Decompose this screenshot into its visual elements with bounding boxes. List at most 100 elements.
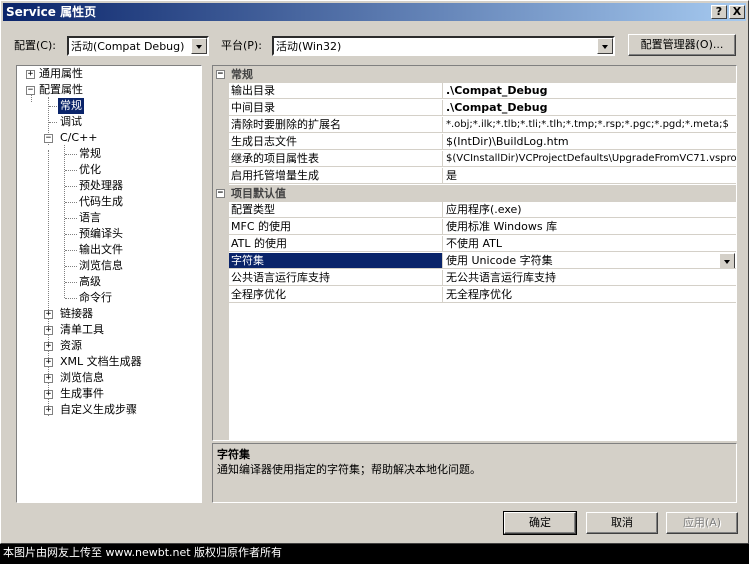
property-row[interactable]: 生成日志文件 $(IntDir)\BuildLog.htm	[213, 134, 736, 151]
tree-item-cpp-child[interactable]: 预处理器	[79, 178, 123, 194]
tree-item-xml-doc[interactable]: XML 文档生成器	[60, 354, 142, 370]
property-value[interactable]: $(VCInstallDir)VCProjectDefaults\Upgrade…	[442, 151, 736, 167]
platform-value: 活动(Win32)	[276, 40, 342, 53]
config-manager-button[interactable]: 配置管理器(O)...	[628, 34, 736, 56]
tree-item-resources[interactable]: 资源	[60, 338, 82, 354]
tree-item-config-props[interactable]: 配置属性	[39, 82, 83, 98]
tree-item-common-props[interactable]: 通用属性	[39, 66, 83, 82]
config-dropdown-button[interactable]	[191, 38, 207, 54]
tree-connector	[65, 218, 77, 219]
help-button[interactable]: ?	[711, 5, 727, 19]
tree-item-linker[interactable]: 链接器	[60, 306, 93, 322]
expand-plus-icon[interactable]: +	[44, 358, 53, 367]
property-value[interactable]: 无公共语言运行库支持	[442, 270, 736, 286]
property-value-editor[interactable]: 使用 Unicode 字符集	[442, 253, 736, 269]
tree-connector	[65, 186, 77, 187]
category-tree[interactable]: + 通用属性 − 配置属性 常规 调试 − C/C++ 常规 优化 预处理器 代…	[16, 65, 202, 503]
chevron-down-icon	[724, 260, 730, 264]
tree-item-cpp-child[interactable]: 语言	[79, 210, 101, 226]
property-name: MFC 的使用	[229, 219, 442, 235]
grid-gutter	[213, 304, 229, 440]
tree-item-cpp-child[interactable]: 预编译头	[79, 226, 123, 242]
watermark-caption: 本图片由网友上传至 www.newbt.net 版权归原作者所有	[0, 544, 749, 564]
tree-item-cpp-child[interactable]: 优化	[79, 162, 101, 178]
property-value[interactable]: *.obj;*.ilk;*.tlb;*.tli;*.tlh;*.tmp;*.rs…	[442, 117, 736, 133]
property-value[interactable]: 使用标准 Windows 库	[442, 219, 736, 235]
property-name: 输出目录	[229, 83, 442, 99]
expand-plus-icon[interactable]: +	[44, 374, 53, 383]
property-value[interactable]: $(IntDir)\BuildLog.htm	[442, 134, 736, 150]
property-row[interactable]: 输出目录 .\Compat_Debug	[213, 83, 736, 100]
property-value[interactable]: .\Compat_Debug	[442, 100, 736, 116]
collapse-minus-icon[interactable]: −	[26, 86, 35, 95]
tree-item-browse[interactable]: 浏览信息	[60, 370, 104, 386]
property-row-selected[interactable]: 字符集 使用 Unicode 字符集	[213, 253, 736, 270]
tree-item-cpp-child[interactable]: 输出文件	[79, 242, 123, 258]
category-defaults[interactable]: − 项目默认值	[213, 185, 736, 202]
property-grid[interactable]: − 常规 输出目录 .\Compat_Debug 中间目录 .\Compat_D…	[212, 65, 737, 441]
close-icon: X	[732, 5, 742, 18]
property-row[interactable]: ATL 的使用 不使用 ATL	[213, 236, 736, 253]
property-value[interactable]: .\Compat_Debug	[442, 83, 736, 99]
property-name: 配置类型	[229, 202, 442, 218]
property-name: 公共语言运行库支持	[229, 270, 442, 286]
tree-connector	[65, 234, 77, 235]
collapse-minus-icon[interactable]: −	[44, 134, 53, 143]
tree-connector	[49, 106, 57, 107]
property-value[interactable]: 应用程序(.exe)	[442, 202, 736, 218]
tree-item-cpp-child[interactable]: 命令行	[79, 290, 112, 306]
platform-dropdown-button[interactable]	[597, 38, 613, 54]
property-row[interactable]: 启用托管增量生成 是	[213, 168, 736, 185]
ok-button[interactable]: 确定	[503, 511, 577, 535]
property-value[interactable]: 是	[442, 168, 736, 184]
platform-label: 平台(P):	[221, 39, 262, 52]
cancel-button[interactable]: 取消	[586, 512, 658, 534]
title-bar[interactable]: Service 属性页	[3, 3, 746, 21]
value-dropdown-button[interactable]	[719, 253, 735, 268]
description-pane: 字符集 通知编译器使用指定的字符集；帮助解决本地化问题。	[212, 443, 737, 503]
property-row[interactable]: 全程序优化 无全程序优化	[213, 287, 736, 304]
expand-plus-icon[interactable]: +	[44, 342, 53, 351]
property-row[interactable]: 继承的项目属性表 $(VCInstallDir)VCProjectDefault…	[213, 151, 736, 168]
chevron-down-icon	[602, 45, 608, 49]
config-value: 活动(Compat Debug)	[71, 40, 185, 53]
close-button[interactable]: X	[729, 5, 745, 19]
property-row[interactable]: 中间目录 .\Compat_Debug	[213, 100, 736, 117]
tree-connector	[65, 282, 77, 283]
property-value[interactable]: 不使用 ATL	[442, 236, 736, 252]
tree-item-cpp-child[interactable]: 高级	[79, 274, 101, 290]
property-row[interactable]: 清除时要删除的扩展名 *.obj;*.ilk;*.tlb;*.tli;*.tlh…	[213, 117, 736, 134]
collapse-minus-icon[interactable]: −	[216, 189, 225, 198]
platform-select[interactable]: 活动(Win32)	[272, 36, 615, 56]
window-title: Service 属性页	[6, 5, 97, 19]
property-row[interactable]: 公共语言运行库支持 无公共语言运行库支持	[213, 270, 736, 287]
description-title: 字符集	[217, 448, 250, 461]
tree-item-cpp[interactable]: C/C++	[60, 130, 98, 146]
config-label: 配置(C):	[14, 39, 56, 52]
expand-plus-icon[interactable]: +	[26, 70, 35, 79]
expand-plus-icon[interactable]: +	[44, 326, 53, 335]
config-select[interactable]: 活动(Compat Debug)	[67, 36, 209, 56]
tree-item-cpp-child[interactable]: 常规	[79, 146, 101, 162]
tree-connector	[65, 154, 77, 155]
property-pages-dialog: Service 属性页 ? X 配置(C): 活动(Compat Debug) …	[0, 0, 749, 544]
tree-connector	[49, 122, 57, 123]
tree-item-cpp-child[interactable]: 代码生成	[79, 194, 123, 210]
property-row[interactable]: MFC 的使用 使用标准 Windows 库	[213, 219, 736, 236]
collapse-minus-icon[interactable]: −	[216, 70, 225, 79]
property-name: 字符集	[229, 253, 442, 269]
tree-item-manifest[interactable]: 清单工具	[60, 322, 104, 338]
tree-item-custom-steps[interactable]: 自定义生成步骤	[60, 402, 137, 418]
property-value[interactable]: 无全程序优化	[442, 287, 736, 303]
expand-plus-icon[interactable]: +	[44, 310, 53, 319]
category-general[interactable]: − 常规	[213, 66, 736, 83]
tree-item-cpp-child[interactable]: 浏览信息	[79, 258, 123, 274]
tree-connector	[64, 145, 65, 298]
expand-plus-icon[interactable]: +	[44, 390, 53, 399]
expand-plus-icon[interactable]: +	[44, 406, 53, 415]
apply-button[interactable]: 应用(A)	[666, 512, 738, 534]
property-row[interactable]: 配置类型 应用程序(.exe)	[213, 202, 736, 219]
tree-item-general[interactable]: 常规	[58, 98, 84, 114]
tree-item-debugging[interactable]: 调试	[60, 114, 82, 130]
tree-item-build-events[interactable]: 生成事件	[60, 386, 104, 402]
